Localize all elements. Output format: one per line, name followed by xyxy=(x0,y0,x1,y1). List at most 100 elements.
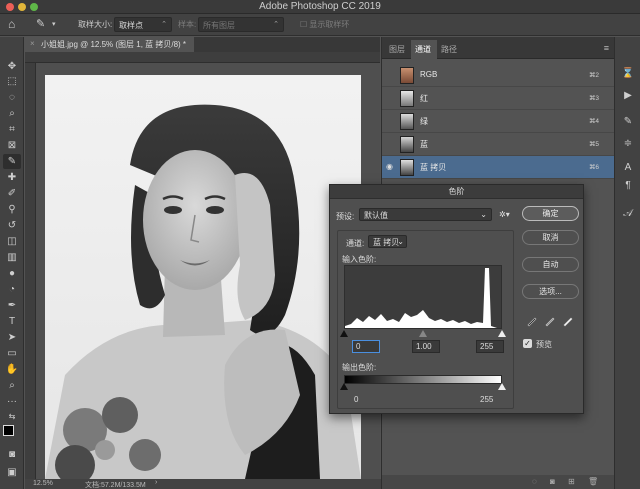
channel-row-rgb[interactable]: RGB ⌘2 xyxy=(382,64,615,87)
ok-button[interactable]: 确定 xyxy=(522,206,579,221)
quick-mask-icon[interactable]: ◙ xyxy=(3,447,21,462)
adjustments-panel-icon[interactable]: ≑ xyxy=(621,137,635,151)
lasso-tool-icon[interactable]: ◌ xyxy=(3,90,21,105)
show-ring-checkbox[interactable]: ☐ 显示取样环 xyxy=(300,19,349,30)
horizontal-ruler xyxy=(25,52,380,63)
trash-icon[interactable]: 🗑 xyxy=(588,477,598,486)
gray-point-eyedropper-icon[interactable] xyxy=(544,315,556,327)
vertical-ruler xyxy=(25,63,36,479)
tab-channels[interactable]: 通道 xyxy=(415,44,431,55)
gradient-tool-icon[interactable]: ▥ xyxy=(3,250,21,265)
type-tool-icon[interactable]: T xyxy=(3,314,21,329)
chevron-down-icon: ⌃ xyxy=(161,21,167,28)
channel-name: 红 xyxy=(420,94,428,103)
title-bar: Adobe Photoshop CC 2019 xyxy=(0,0,640,14)
quick-select-tool-icon[interactable]: ⌕ xyxy=(3,106,21,121)
move-tool-icon[interactable]: ✥ xyxy=(3,59,21,74)
document-image[interactable] xyxy=(45,75,361,479)
brush-tool-icon[interactable]: ✐ xyxy=(3,186,21,201)
levels-dialog: 色阶 预设: 默认值 ⌄ ✲▾ 通道: 蓝 拷贝 ⌄ 输入色阶: 0 1.00 … xyxy=(329,184,584,414)
channel-select[interactable]: 蓝 拷贝 ⌄ xyxy=(368,235,407,248)
eyedropper-tool-icon[interactable]: ✎ xyxy=(3,154,21,169)
history-brush-tool-icon[interactable]: ↺ xyxy=(3,218,21,233)
input-gamma-slider[interactable] xyxy=(419,330,427,337)
rectangle-tool-icon[interactable]: ▭ xyxy=(3,346,21,361)
tools-panel: ✥ ⬚ ◌ ⌕ ⌗ ⊠ ✎ ✚ ✐ ⚲ ↺ ◫ ▥ ● ◔ ✒ T ➤ ▭ ✋ … xyxy=(0,37,24,489)
save-selection-icon[interactable]: ◙ xyxy=(550,477,555,486)
status-menu-chevron-icon[interactable]: › xyxy=(155,479,157,486)
paragraph-panel-icon[interactable]: ¶ xyxy=(621,179,635,193)
channel-shortcut: ⌘4 xyxy=(588,118,599,125)
preset-options-icon[interactable]: ✲▾ xyxy=(499,210,510,219)
white-point-eyedropper-icon[interactable] xyxy=(562,315,574,327)
channel-row-green[interactable]: 绿 ⌘4 xyxy=(382,110,615,133)
channel-shortcut: ⌘6 xyxy=(588,164,599,171)
output-white-slider[interactable] xyxy=(498,383,506,390)
marquee-tool-icon[interactable]: ⬚ xyxy=(3,74,21,89)
hand-tool-icon[interactable]: ✋ xyxy=(3,362,21,377)
app-title: Adobe Photoshop CC 2019 xyxy=(259,1,381,12)
input-white-slider[interactable] xyxy=(498,330,506,337)
panel-menu-icon[interactable]: ≡ xyxy=(604,43,609,53)
history-panel-icon[interactable]: ⌛ xyxy=(621,67,635,81)
sample-select[interactable]: 所有图层 ⌃ xyxy=(198,17,284,32)
black-point-eyedropper-icon[interactable] xyxy=(526,315,538,327)
tab-layers[interactable]: 图层 xyxy=(389,44,405,55)
preset-select[interactable]: 默认值 ⌄ xyxy=(359,208,492,221)
channel-row-blue-copy[interactable]: ◉ 蓝 拷贝 ⌘6 xyxy=(382,156,615,179)
zoom-tool-icon[interactable]: ⌕ xyxy=(3,378,21,393)
preview-checkbox[interactable]: ✓ xyxy=(523,339,532,348)
output-white-value[interactable]: 255 xyxy=(480,395,493,404)
input-black-field[interactable]: 0 xyxy=(352,340,380,353)
sample-label: 样本: xyxy=(178,20,197,29)
close-icon[interactable]: × xyxy=(30,39,35,48)
screen-mode-icon[interactable]: ▣ xyxy=(3,465,21,480)
channel-shortcut: ⌘2 xyxy=(588,72,599,79)
swap-colors-icon[interactable]: ⇆ xyxy=(3,409,21,424)
output-black-slider[interactable] xyxy=(340,383,348,390)
eyedropper-tool-icon[interactable]: ✎ xyxy=(36,17,45,30)
output-black-value[interactable]: 0 xyxy=(354,395,358,404)
channel-name: 蓝 xyxy=(420,140,428,149)
input-gamma-field[interactable]: 1.00 xyxy=(412,340,440,353)
zoom-level[interactable]: 12.5% xyxy=(33,480,53,487)
sample-size-value: 取样点 xyxy=(119,21,143,30)
path-select-tool-icon[interactable]: ➤ xyxy=(3,330,21,345)
clone-stamp-tool-icon[interactable]: ⚲ xyxy=(3,202,21,217)
eye-icon[interactable]: ◉ xyxy=(386,162,393,171)
input-white-field[interactable]: 255 xyxy=(476,340,504,353)
channel-row-red[interactable]: 红 ⌘3 xyxy=(382,87,615,110)
sample-size-select[interactable]: 取样点 ⌃ xyxy=(114,17,172,32)
tool-preset-chevron-icon[interactable]: ▾ xyxy=(52,20,56,28)
load-selection-icon[interactable]: ◌ xyxy=(532,477,537,486)
channel-row-blue[interactable]: 蓝 ⌘5 xyxy=(382,133,615,156)
healing-brush-tool-icon[interactable]: ✚ xyxy=(3,170,21,185)
frame-tool-icon[interactable]: ⊠ xyxy=(3,138,21,153)
cancel-button[interactable]: 取消 xyxy=(522,230,579,245)
crop-tool-icon[interactable]: ⌗ xyxy=(3,122,21,137)
options-button[interactable]: 选项... xyxy=(522,284,579,299)
input-black-slider[interactable] xyxy=(340,330,348,337)
actions-panel-icon[interactable]: ▶ xyxy=(621,89,635,103)
character-panel-icon[interactable]: A xyxy=(621,161,635,175)
brushes-panel-icon[interactable]: ✎ xyxy=(621,115,635,129)
channel-thumbnail xyxy=(400,113,414,130)
new-channel-icon[interactable]: ⊞ xyxy=(568,477,575,486)
glyphs-panel-icon[interactable]: 𝒜 xyxy=(621,207,635,221)
document-tab[interactable]: × 小姐姐.jpg @ 12.5% (图层 1, 蓝 拷贝/8) * xyxy=(25,37,195,52)
document-size[interactable]: 文档:57.2M/133.5M xyxy=(85,480,146,489)
options-bar: ⌂ ✎ ▾ 取样大小: 取样点 ⌃ 样本: 所有图层 ⌃ ☐ 显示取样环 xyxy=(0,14,640,36)
blur-tool-icon[interactable]: ● xyxy=(3,266,21,281)
dialog-title[interactable]: 色阶 xyxy=(330,185,583,199)
tab-paths[interactable]: 路径 xyxy=(441,44,457,55)
pen-tool-icon[interactable]: ✒ xyxy=(3,298,21,313)
channel-thumbnail xyxy=(400,159,414,176)
output-gradient xyxy=(344,375,502,384)
foreground-color-swatch[interactable] xyxy=(3,425,14,436)
eraser-tool-icon[interactable]: ◫ xyxy=(3,234,21,249)
home-icon[interactable]: ⌂ xyxy=(8,17,15,31)
auto-button[interactable]: 自动 xyxy=(522,257,579,272)
dodge-tool-icon[interactable]: ◔ xyxy=(3,282,21,297)
more-tools-icon[interactable]: ··· xyxy=(3,394,21,409)
channel-name: RGB xyxy=(420,70,438,79)
